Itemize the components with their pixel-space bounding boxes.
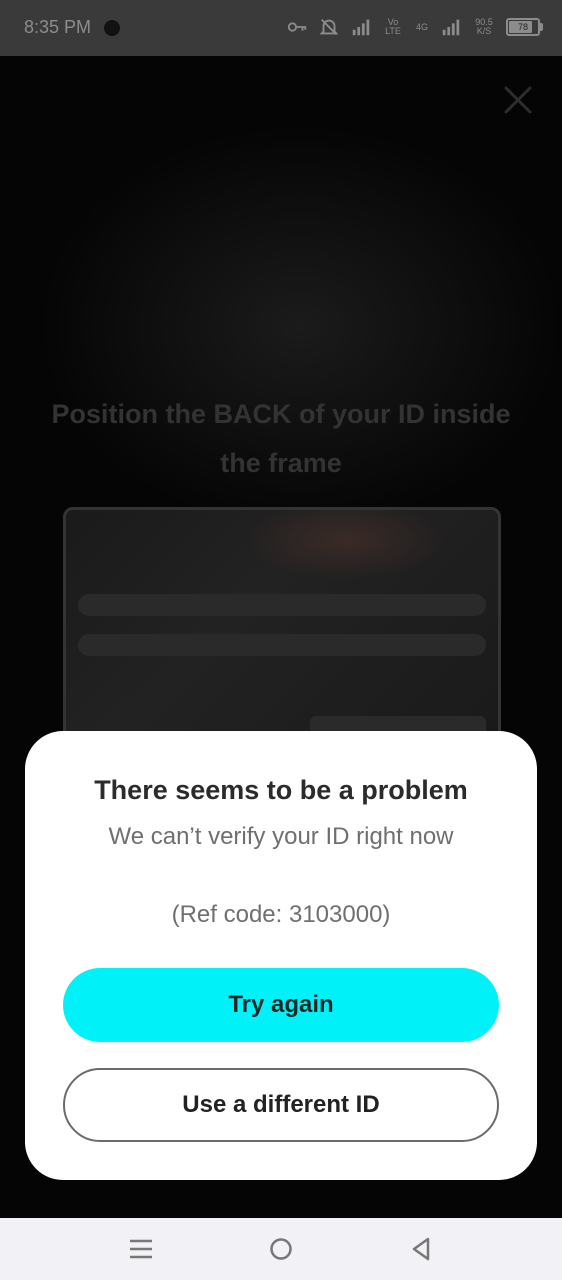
battery-level: 78	[517, 22, 528, 32]
status-bar: 8:35 PM Vo LTE 4G 90.5 K/S 78	[0, 0, 562, 56]
menu-icon[interactable]	[128, 1236, 154, 1262]
signal-icon	[352, 19, 370, 36]
try-again-button[interactable]: Try again	[63, 968, 499, 1042]
network-type-indicator: 4G	[415, 21, 428, 32]
close-icon[interactable]	[500, 82, 536, 118]
dialog-title: There seems to be a problem	[94, 775, 468, 805]
notification-dot-icon	[104, 20, 120, 36]
use-different-id-button[interactable]: Use a different ID	[63, 1068, 499, 1142]
home-icon[interactable]	[268, 1236, 294, 1262]
frame-glow	[246, 510, 446, 580]
system-nav-bar	[0, 1218, 562, 1280]
volte-indicator: Vo LTE	[385, 17, 401, 36]
mute-bell-icon	[319, 19, 339, 35]
data-speed: 90.5 K/S	[475, 17, 493, 36]
status-icons: Vo LTE 4G 90.5 K/S 78	[286, 16, 543, 38]
status-time: 8:35 PM	[24, 17, 92, 37]
frame-guide-line	[78, 634, 486, 656]
battery-icon: 78	[506, 18, 543, 36]
key-icon	[287, 22, 307, 32]
frame-guide-line	[78, 594, 486, 616]
dialog-subtitle: We can’t verify your ID right now	[108, 823, 454, 850]
capture-instruction: Position the BACK of your ID inside the …	[51, 399, 511, 478]
signal-icon-2	[442, 19, 460, 36]
ref-code: (Ref code: 3103000)	[171, 901, 391, 928]
error-dialog: There seems to be a problem We can’t ver…	[25, 731, 537, 1180]
id-capture-frame	[63, 507, 501, 753]
back-icon[interactable]	[408, 1236, 434, 1262]
